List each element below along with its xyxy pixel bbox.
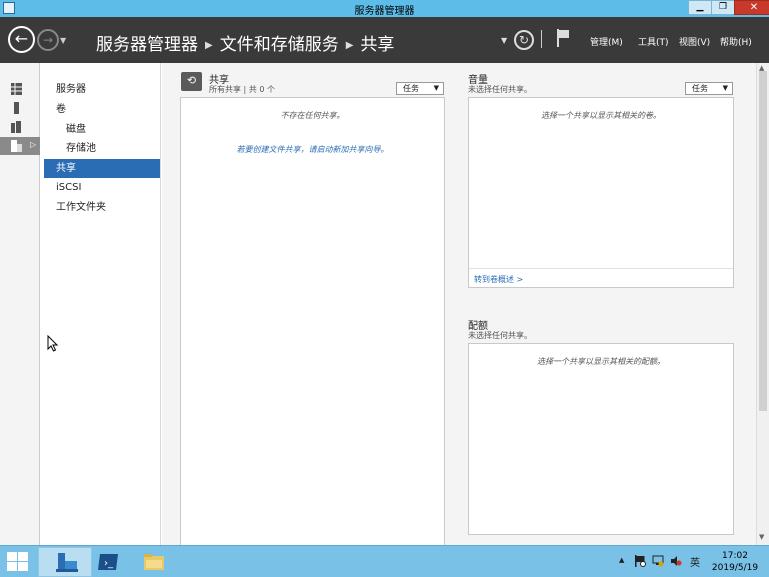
shares-subtitle: 所有共享 | 共 0 个 (209, 85, 275, 94)
tree-item-storage-pools[interactable]: 存储池 (44, 139, 160, 158)
header-divider (541, 30, 542, 48)
refresh-dropdown-icon[interactable]: ▼ (501, 36, 507, 45)
quota-panel: 选择一个共享以显示其相关的配额。 (468, 343, 734, 535)
nav-tree: 服务器 卷 磁盘 存储池 共享 iSCSI 工作文件夹 (41, 63, 161, 545)
taskbar-file-explorer[interactable] (126, 547, 180, 577)
content-area: ⟲ 共享 所有共享 | 共 0 个 任务 ▼ 不存在任何共享。 若要创建文件共享，… (162, 63, 756, 547)
tree-item-servers[interactable]: 服务器 (44, 80, 160, 99)
close-button[interactable]: ✕ (734, 0, 769, 15)
goto-volumes-overview-link[interactable]: 转到卷概述 > (474, 274, 523, 285)
quota-subtitle: 未选择任何共享。 (468, 331, 532, 340)
history-dropdown-icon[interactable]: ▼ (60, 36, 66, 45)
notifications-flag-icon[interactable] (556, 29, 570, 47)
refresh-icon[interactable]: ↻ (514, 30, 534, 50)
tree-item-disks[interactable]: 磁盘 (44, 120, 160, 139)
minimize-button[interactable]: ▁ (688, 0, 712, 15)
taskbar-clock[interactable]: 17:02 2019/5/19 (707, 550, 763, 574)
expand-arrow-icon: ▷ (30, 140, 37, 149)
start-windows-icon[interactable] (7, 552, 29, 572)
volume-tasks-button[interactable]: 任务 ▼ (685, 82, 733, 95)
shares-tasks-button[interactable]: 任务 ▼ (396, 82, 444, 95)
goto-divider (469, 268, 733, 269)
breadcrumb-server-manager[interactable]: 服务器管理器 (96, 35, 198, 55)
shares-list-panel: 不存在任何共享。 若要创建文件共享，请启动新加共享向导。 (180, 97, 445, 547)
powershell-icon: ›_ (98, 554, 118, 570)
volume-muted-icon[interactable] (670, 555, 682, 567)
share-folder-icon: ⟲ (181, 72, 202, 91)
back-button[interactable]: ← (8, 26, 35, 53)
dashboard-icon (11, 83, 22, 95)
breadcrumb-shares[interactable]: 共享 (360, 35, 394, 55)
svg-text:›_: ›_ (104, 558, 114, 569)
chevron-down-icon: ▼ (722, 84, 728, 92)
volume-tasks-label: 任务 (692, 84, 708, 93)
shares-tasks-label: 任务 (403, 84, 419, 93)
content-scrollbar[interactable]: ▲ ▼ (756, 63, 769, 545)
rail-all-servers[interactable] (0, 118, 40, 136)
server-manager-icon (56, 553, 78, 572)
chevron-down-icon: ▼ (433, 84, 439, 92)
breadcrumb-file-storage[interactable]: 文件和存储服务 (220, 35, 339, 55)
shares-empty-message: 不存在任何共享。 (280, 111, 345, 120)
breadcrumb-separator-icon: ▶ (345, 40, 354, 51)
tree-item-shares[interactable]: 共享 (44, 159, 160, 178)
clock-date: 2019/5/19 (711, 563, 759, 573)
rail-local-server[interactable] (0, 99, 40, 117)
quota-message: 选择一个共享以显示其相关的配额。 (537, 357, 665, 366)
menu-help[interactable]: 帮助(H) (720, 35, 752, 48)
navigation-rail: ▷ (0, 63, 40, 545)
rail-dashboard[interactable] (0, 80, 40, 98)
tree-item-iscsi[interactable]: iSCSI (44, 178, 160, 197)
action-center-flag-icon[interactable] (634, 555, 646, 567)
breadcrumb-separator-icon: ▶ (205, 40, 213, 51)
folder-icon (144, 554, 164, 570)
header-bar: ← → ▼ 服务器管理器 ▶ 文件和存储服务 ▶ 共享 ▼ ↻ 管理(M) 工具(T) … (0, 17, 769, 63)
new-share-wizard-link[interactable]: 若要创建文件共享，请启动新加共享向导。 (181, 144, 444, 155)
rail-file-storage-services[interactable]: ▷ (0, 137, 40, 155)
clock-time: 17:02 (722, 551, 748, 561)
volume-panel: 选择一个共享以显示其相关的卷。 转到卷概述 > (468, 97, 734, 288)
tree-item-volumes[interactable]: 卷 (44, 100, 160, 119)
network-icon[interactable] (652, 555, 664, 567)
volume-message: 选择一个共享以显示其相关的卷。 (541, 111, 661, 120)
menu-view[interactable]: 视图(V) (679, 35, 710, 48)
breadcrumb: 服务器管理器 ▶ 文件和存储服务 ▶ 共享 (96, 30, 394, 55)
taskbar: ›_ ▲ 英 17:02 2019/5/19 (0, 545, 769, 577)
scroll-thumb[interactable] (759, 71, 767, 411)
restore-button[interactable]: ❐ (711, 0, 735, 15)
tree-item-work-folders[interactable]: 工作文件夹 (44, 198, 160, 217)
menu-tools[interactable]: 工具(T) (638, 35, 669, 48)
volume-subtitle: 未选择任何共享。 (468, 85, 532, 94)
title-bar: 服务器管理器 ▁ ❐ ✕ (0, 0, 769, 17)
menu-manage[interactable]: 管理(M) (590, 35, 623, 48)
window-title: 服务器管理器 (354, 6, 415, 17)
mouse-cursor-icon (47, 335, 59, 352)
tray-expand-icon[interactable]: ▲ (619, 556, 624, 564)
all-servers-icon (11, 121, 21, 133)
scroll-down-icon[interactable]: ▼ (759, 533, 764, 541)
ime-indicator[interactable]: 英 (690, 554, 700, 569)
file-storage-icon (11, 140, 22, 152)
forward-button[interactable]: → (37, 29, 59, 51)
local-server-icon (14, 102, 19, 114)
